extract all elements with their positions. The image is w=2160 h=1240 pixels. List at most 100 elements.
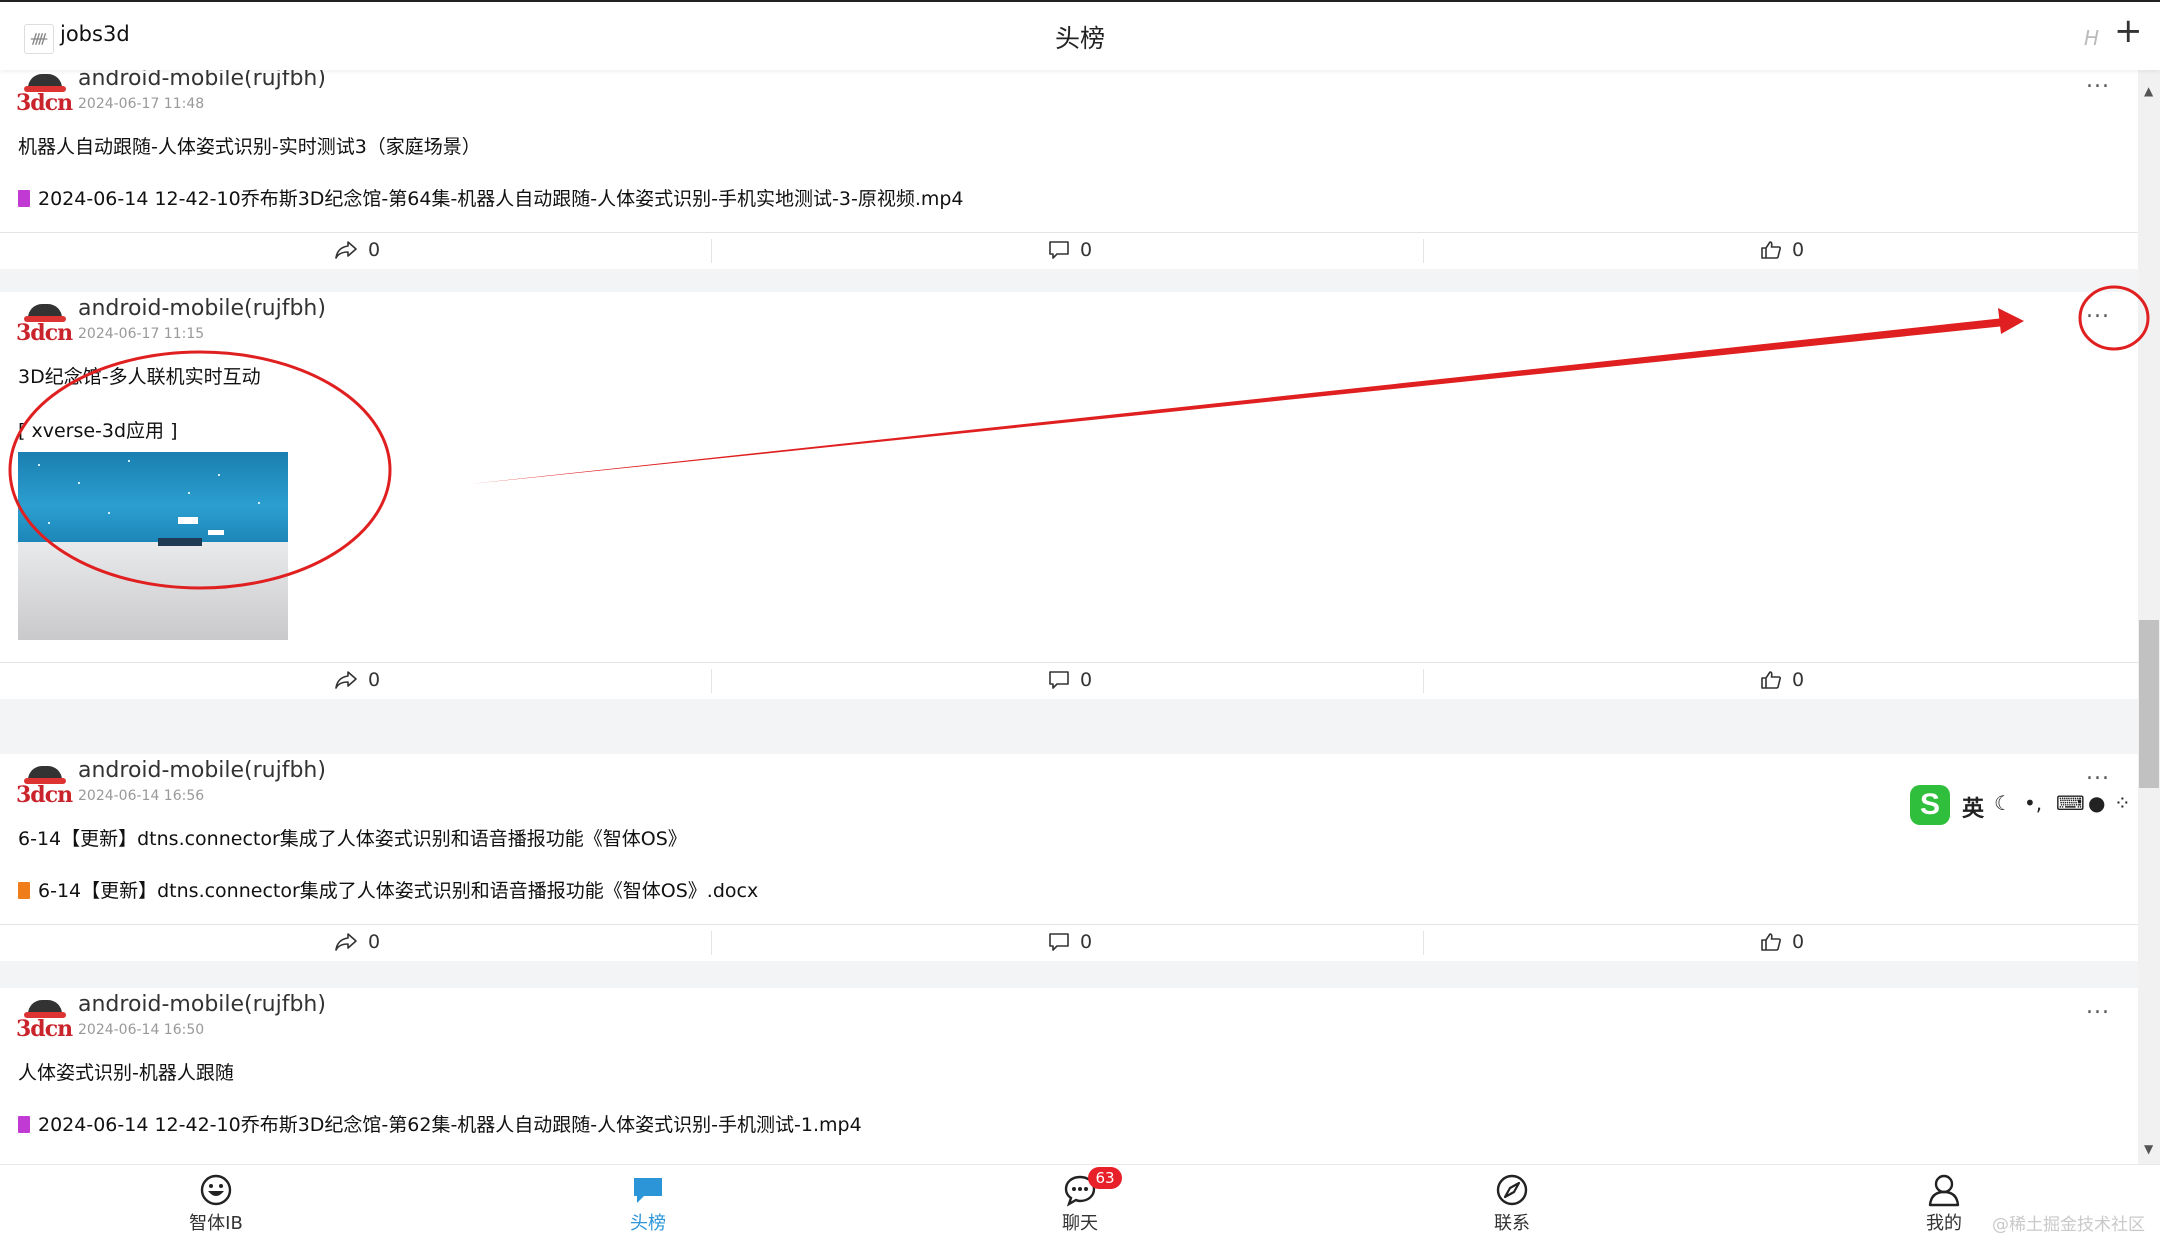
scrollbar-thumb[interactable] [2139, 620, 2159, 788]
tab-zhiti-ib[interactable]: 智体IB [156, 1173, 276, 1235]
more-options-button[interactable]: ... [2086, 760, 2110, 785]
more-options-button[interactable]: ... [2086, 994, 2110, 1019]
video-file-icon [18, 1116, 30, 1133]
comment-icon [1049, 241, 1069, 259]
share-count: 0 [368, 931, 381, 953]
like-count: 0 [1792, 239, 1805, 261]
user-icon[interactable]: ● [2088, 791, 2105, 815]
bottom-tab-bar: 智体IB 头榜 63 聊天 联系 我的 [0, 1164, 2160, 1240]
thumbs-up-icon [1761, 933, 1781, 951]
share-button[interactable]: 0 [0, 925, 712, 961]
avatar-text: 3dcn [16, 1016, 73, 1042]
tab-me[interactable]: 我的 [1884, 1173, 2004, 1235]
post-actions: 0 0 0 [0, 924, 2138, 961]
more-options-button[interactable]: ... [2086, 70, 2110, 93]
page-title: 头榜 [1054, 24, 1105, 53]
share-icon [335, 933, 357, 951]
like-button[interactable]: 0 [1424, 233, 2136, 269]
tab-label: 头榜 [630, 1213, 666, 1234]
like-button[interactable]: 0 [1424, 925, 2136, 961]
comment-icon [1049, 671, 1069, 689]
moon-icon[interactable]: ☾ [1994, 791, 2012, 815]
avatar-text: 3dcn [16, 90, 73, 116]
post-card: 3dcn android-mobile(rujfbh) 2024-06-17 1… [0, 70, 2138, 269]
apps-grid-icon[interactable]: ⁘ [2114, 791, 2131, 815]
comment-icon [1049, 933, 1069, 951]
post-time: 2024-06-14 16:56 [78, 788, 205, 804]
post-attachment[interactable]: 6-14【更新】dtns.connector集成了人体姿式识别和语音播报功能《智… [18, 876, 758, 903]
avatar[interactable]: 3dcn [14, 760, 73, 812]
tab-toubang[interactable]: 头榜 [588, 1173, 708, 1235]
post-card: 3dcn android-mobile(rujfbh) 2024-06-17 1… [0, 292, 2138, 699]
post-text: 6-14【更新】dtns.connector集成了人体姿式识别和语音播报功能《智… [18, 828, 687, 850]
post-time: 2024-06-14 16:50 [78, 1022, 205, 1038]
punctuation-icon[interactable]: •, [2024, 791, 2042, 815]
like-button[interactable]: 0 [1424, 663, 2136, 699]
scroll-up-arrow-icon[interactable]: ▲ [2144, 84, 2153, 98]
post-actions: 0 0 0 [0, 232, 2138, 269]
add-button[interactable]: + [2114, 14, 2143, 48]
video-file-icon [18, 190, 30, 207]
like-count: 0 [1792, 931, 1805, 953]
comment-button[interactable]: 0 [712, 663, 1424, 699]
tab-chat[interactable]: 63 聊天 [1020, 1167, 1140, 1235]
share-icon [335, 671, 357, 689]
share-button[interactable]: 0 [0, 233, 712, 269]
tab-label: 智体IB [189, 1213, 243, 1234]
comment-button[interactable]: 0 [712, 925, 1424, 961]
top-header: ᚎ jobs3d 头榜 H + [0, 2, 2160, 70]
avatar[interactable]: 3dcn [14, 70, 73, 120]
post-time: 2024-06-17 11:48 [78, 96, 205, 112]
ime-logo-icon[interactable]: S [1910, 785, 1950, 825]
avatar-text: 3dcn [16, 782, 73, 808]
comment-count: 0 [1080, 669, 1093, 691]
h-mark: H [2084, 26, 2100, 50]
post-attachment[interactable]: 2024-06-14 12-42-10乔布斯3D纪念馆-第62集-机器人自动跟随… [18, 1110, 862, 1137]
comment-count: 0 [1080, 239, 1093, 261]
post-card: 3dcn android-mobile(rujfbh) 2024-06-14 1… [0, 754, 2138, 961]
scroll-down-arrow-icon[interactable]: ▼ [2144, 1142, 2153, 1156]
tab-contacts[interactable]: 联系 [1452, 1173, 1572, 1235]
thumbs-up-icon [1761, 671, 1781, 689]
post-author[interactable]: android-mobile(rujfbh) [78, 70, 326, 91]
post-card: 3dcn android-mobile(rujfbh) 2024-06-14 1… [0, 988, 2138, 1164]
post-time: 2024-06-17 11:15 [78, 326, 205, 342]
post-author[interactable]: android-mobile(rujfbh) [78, 992, 326, 1017]
ime-language-toggle[interactable]: 英 [1962, 791, 1984, 823]
share-count: 0 [368, 239, 381, 261]
attachment-name: 6-14【更新】dtns.connector集成了人体姿式识别和语音播报功能《智… [38, 880, 759, 902]
keyboard-icon[interactable]: ⌨ [2056, 791, 2085, 815]
thumbs-up-icon [1761, 241, 1781, 259]
post-attachment[interactable]: 2024-06-14 12-42-10乔布斯3D纪念馆-第64集-机器人自动跟随… [18, 184, 964, 211]
feed-list[interactable]: 3dcn android-mobile(rujfbh) 2024-06-17 1… [0, 70, 2138, 1164]
share-button[interactable]: 0 [0, 663, 712, 699]
post-author[interactable]: android-mobile(rujfbh) [78, 758, 326, 783]
post-image[interactable] [18, 452, 288, 640]
post-author[interactable]: android-mobile(rujfbh) [78, 296, 326, 321]
scrollbar[interactable] [2138, 70, 2160, 1164]
ime-toolbar[interactable]: S 英 ☾ •, ⌨ ● ⁘ [1910, 783, 2138, 827]
post-text: 机器人自动跟随-人体姿式识别-实时测试3（家庭场景） [18, 136, 481, 158]
more-options-button[interactable]: ... [2086, 298, 2110, 323]
document-file-icon [18, 882, 30, 899]
person-icon [1928, 1174, 1960, 1207]
tab-label: 聊天 [1062, 1213, 1098, 1234]
chat-bubble-icon [634, 1178, 662, 1203]
post-actions: 0 0 0 [0, 662, 2138, 699]
avatar[interactable]: 3dcn [14, 298, 73, 350]
attachment-name: 2024-06-14 12-42-10乔布斯3D纪念馆-第64集-机器人自动跟随… [38, 188, 964, 210]
avatar-text: 3dcn [16, 320, 73, 346]
comment-count: 0 [1080, 931, 1093, 953]
comment-button[interactable]: 0 [712, 233, 1424, 269]
avatar[interactable]: 3dcn [14, 994, 73, 1046]
like-count: 0 [1792, 669, 1805, 691]
tab-label: 我的 [1926, 1213, 1962, 1234]
share-icon [335, 241, 357, 259]
post-text: 3D纪念馆-多人联机实时互动 [18, 366, 261, 388]
post-text: 人体姿式识别-机器人跟随 [18, 1062, 234, 1084]
app-link[interactable]: [ xverse-3d应用 ] [18, 416, 178, 443]
smiley-icon [200, 1174, 232, 1206]
share-count: 0 [368, 669, 381, 691]
unread-badge: 63 [1088, 1167, 1122, 1189]
attachment-name: 2024-06-14 12-42-10乔布斯3D纪念馆-第62集-机器人自动跟随… [38, 1114, 862, 1136]
